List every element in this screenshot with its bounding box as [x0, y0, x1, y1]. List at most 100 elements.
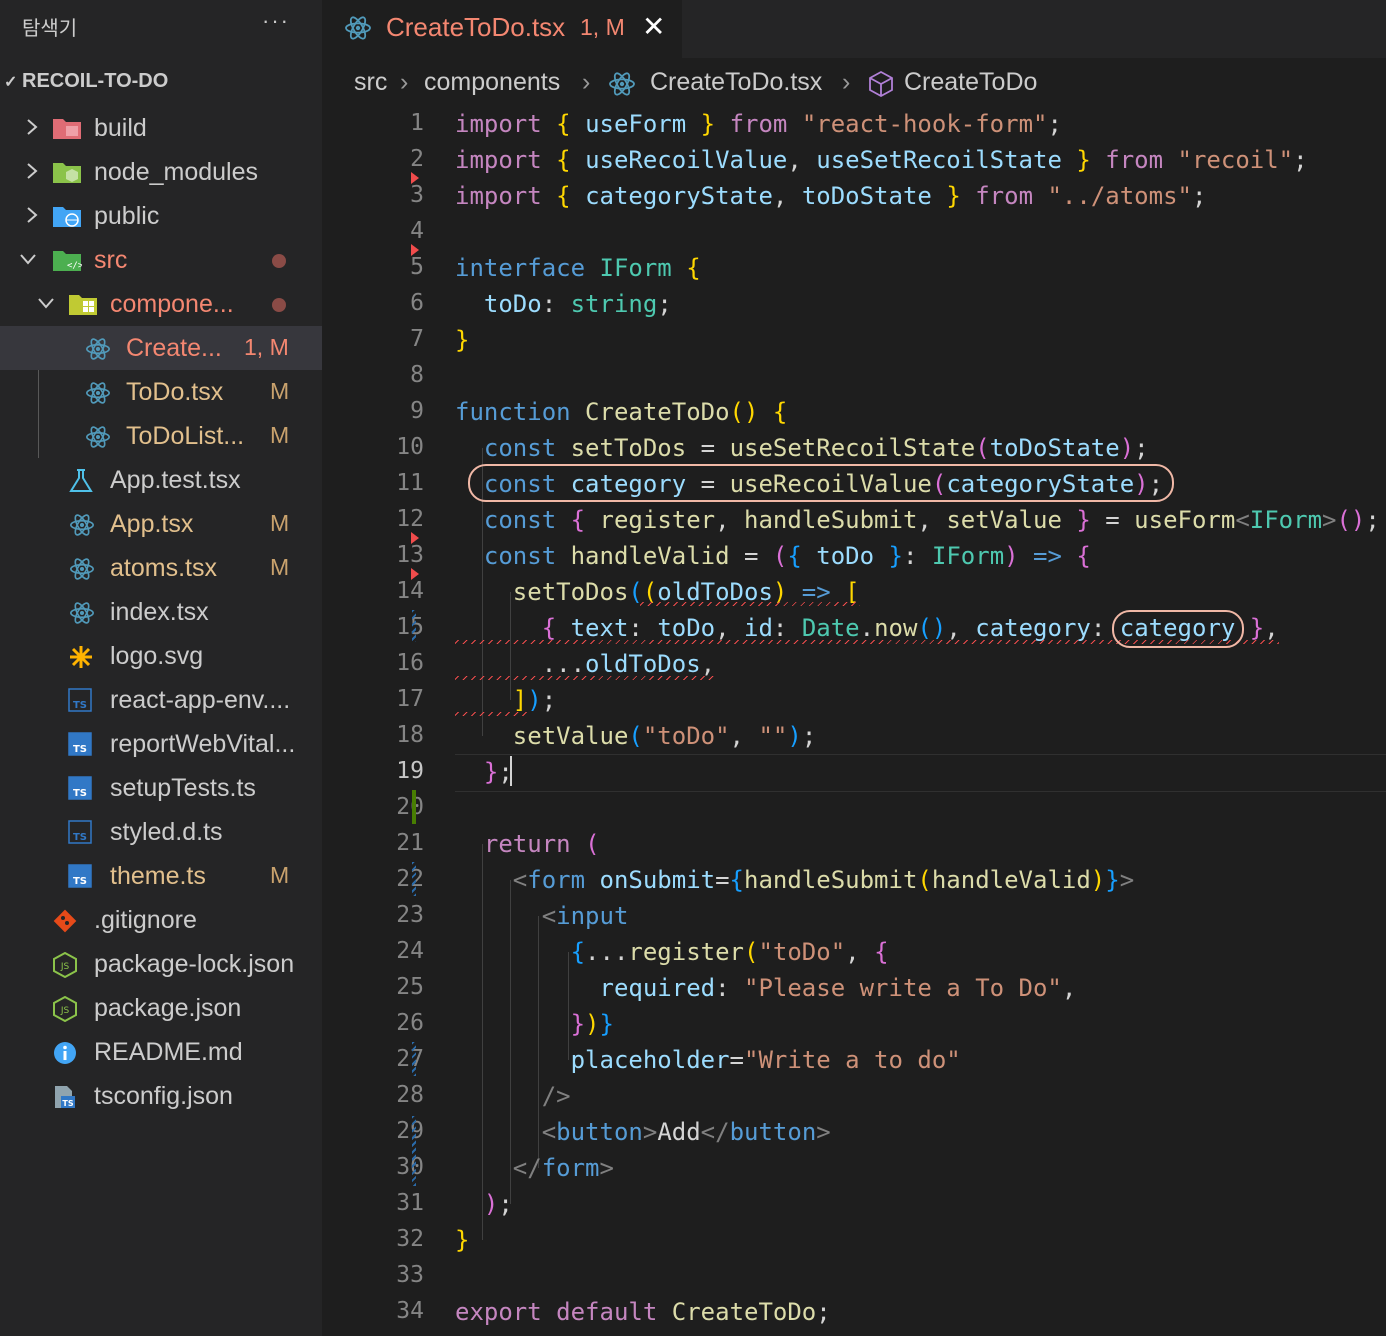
code-line[interactable]: 13 const handleValid = ({ toDo }: IForm)… — [322, 538, 1386, 574]
code-line[interactable]: 12 const { register, handleSubmit, setVa… — [322, 502, 1386, 538]
tab-badge: 1, M — [580, 14, 625, 40]
tree-item[interactable]: ToDoList... M — [0, 414, 322, 458]
tree-item[interactable]: Create... 1, M — [0, 326, 322, 370]
code-text: {...register("toDo", { — [570, 938, 889, 966]
code-line[interactable]: 30 </form> — [322, 1150, 1386, 1186]
tab-label: CreateToDo.tsx — [386, 12, 566, 42]
code-text: const setToDos = useSetRecoilState(toDoS… — [483, 434, 1149, 462]
tree-item[interactable]: App.test.tsx — [0, 458, 322, 502]
breadcrumb-components[interactable]: components — [424, 68, 560, 97]
breadcrumb-symbol[interactable]: CreateToDo — [904, 68, 1037, 97]
code-line[interactable]: 6 toDo: string; — [322, 286, 1386, 322]
code-line[interactable]: 1 import { useForm } from "react-hook-for… — [322, 106, 1386, 142]
git-status-badge: 1, M — [244, 334, 289, 360]
code-line[interactable]: 19 }; — [322, 754, 1386, 790]
code-line[interactable]: 29 <button>Add</button> — [322, 1114, 1386, 1150]
public-folder-icon — [52, 204, 81, 228]
tree-item-label: App.tsx — [110, 510, 194, 538]
tree-item[interactable]: README.md — [0, 1030, 322, 1074]
line-number: 23 — [396, 902, 424, 928]
code-line[interactable]: 20 — [322, 790, 1386, 826]
tree-item[interactable]: node_modules — [0, 150, 322, 194]
breadcrumb-src[interactable]: src — [354, 68, 387, 97]
code-line[interactable]: 26 })} — [322, 1006, 1386, 1042]
breakpoint-arrow-icon — [411, 172, 419, 184]
code-line[interactable]: 5 interface IForm { — [322, 250, 1386, 286]
svg-icon — [68, 644, 96, 668]
code-line[interactable]: 32} — [322, 1222, 1386, 1258]
chevron-right-icon[interactable] — [22, 116, 42, 138]
chevron-right-icon[interactable] — [22, 204, 42, 226]
code-line[interactable]: 22 <form onSubmit={handleSubmit(handleVa… — [322, 862, 1386, 898]
code-line[interactable]: 10 const setToDos = useSetRecoilState(to… — [322, 430, 1386, 466]
code-line[interactable]: 9 function CreateToDo() { — [322, 394, 1386, 430]
code-line[interactable]: 3 import { categoryState, toDoState } fro… — [322, 178, 1386, 214]
code-line[interactable]: 7} — [322, 322, 1386, 358]
tree-item[interactable]: public — [0, 194, 322, 238]
tree-item[interactable]: TS tsconfig.json — [0, 1074, 322, 1118]
diff-modified-marker — [412, 610, 416, 642]
chevron-down-icon[interactable] — [18, 248, 38, 270]
tree-item-label: index.tsx — [110, 598, 209, 626]
react-icon — [84, 380, 112, 404]
code-line[interactable]: 31 ); — [322, 1186, 1386, 1222]
code-text: import { categoryState, toDoState } from… — [455, 182, 1207, 210]
line-number: 28 — [396, 1082, 424, 1108]
code-line[interactable]: 8 — [322, 358, 1386, 394]
breadcrumb-file[interactable]: CreateToDo.tsx — [650, 68, 822, 97]
code-line[interactable]: 33 — [322, 1258, 1386, 1294]
code-text: setValue("toDo", ""); — [512, 722, 817, 750]
tab-createtodo[interactable]: CreateToDo.tsx 1, M ✕ — [322, 0, 682, 58]
chevron-down-icon[interactable] — [36, 292, 56, 314]
code-line[interactable]: 24 {...register("toDo", { — [322, 934, 1386, 970]
react-icon — [608, 70, 636, 105]
line-number: 9 — [410, 398, 424, 424]
code-line[interactable]: 28 /> — [322, 1078, 1386, 1114]
tree-item[interactable]: TS theme.ts M — [0, 854, 322, 898]
tree-item[interactable]: </> src — [0, 238, 322, 282]
tree-item[interactable]: TS reportWebVital... — [0, 722, 322, 766]
line-number: 32 — [396, 1226, 424, 1252]
tree-item-label: reportWebVital... — [110, 730, 296, 758]
info-icon — [52, 1040, 80, 1064]
svg-text:TS: TS — [73, 700, 87, 711]
tree-item[interactable]: index.tsx — [0, 590, 322, 634]
code-line[interactable]: 21 return ( — [322, 826, 1386, 862]
react-icon — [68, 556, 96, 580]
tree-item[interactable]: atoms.tsx M — [0, 546, 322, 590]
code-line[interactable]: 25 required: "Please write a To Do", — [322, 970, 1386, 1006]
code-line[interactable]: 27 placeholder="Write a to do" — [322, 1042, 1386, 1078]
code-editor[interactable]: 1 import { useForm } from "react-hook-for… — [322, 106, 1386, 1336]
code-text: toDo: string; — [483, 290, 672, 318]
tree-item[interactable]: TS setupTests.ts — [0, 766, 322, 810]
tree-item[interactable]: .gitignore — [0, 898, 322, 942]
svg-text:JS: JS — [60, 962, 70, 972]
tree-item-label: logo.svg — [110, 642, 204, 670]
tree-item[interactable]: JS package.json — [0, 986, 322, 1030]
code-line[interactable]: 18 setValue("toDo", ""); — [322, 718, 1386, 754]
ts-icon: TS — [68, 776, 96, 800]
code-text: placeholder="Write a to do" — [570, 1046, 961, 1074]
tree-item[interactable]: TS styled.d.ts — [0, 810, 322, 854]
tree-item[interactable]: logo.svg — [0, 634, 322, 678]
tree-item[interactable]: ToDo.tsx M — [0, 370, 322, 414]
error-squiggle — [455, 676, 715, 680]
tree-item[interactable]: JS package-lock.json — [0, 942, 322, 986]
chevron-right-icon[interactable] — [22, 160, 42, 182]
code-line[interactable]: 2 import { useRecoilValue, useSetRecoilSt… — [322, 142, 1386, 178]
node-json-icon: JS — [52, 995, 80, 1023]
tree-item[interactable]: TS react-app-env.... — [0, 678, 322, 722]
tree-item[interactable]: App.tsx M — [0, 502, 322, 546]
tree-item-label: package-lock.json — [94, 950, 295, 978]
more-actions-icon[interactable]: ··· — [262, 8, 290, 34]
tree-item-label: package.json — [94, 994, 242, 1022]
tree-item[interactable]: build — [0, 106, 322, 150]
src-folder-icon: </> — [52, 248, 84, 272]
code-line[interactable]: 4 — [322, 214, 1386, 250]
breakpoint-arrow-icon — [411, 568, 419, 580]
tree-item[interactable]: compone... — [0, 282, 322, 326]
code-line[interactable]: 23 <input — [322, 898, 1386, 934]
code-line[interactable]: 34 export default CreateToDo; — [322, 1294, 1386, 1330]
code-text: interface IForm { — [455, 254, 701, 282]
close-icon[interactable]: ✕ — [642, 10, 665, 43]
